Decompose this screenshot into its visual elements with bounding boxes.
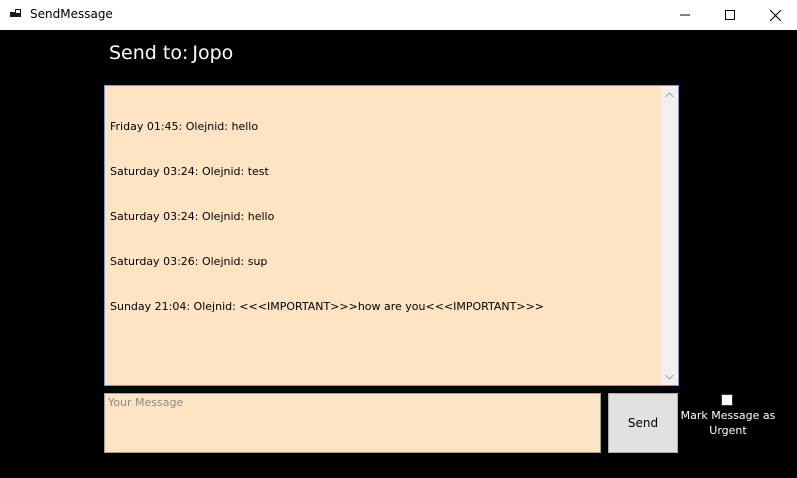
history-scrollbar[interactable] [661,86,678,385]
urgent-checkbox[interactable] [721,394,733,406]
history-line: Sunday 21:04: Olejnid: <<<IMPORTANT>>>ho… [110,300,545,313]
close-icon [769,9,781,21]
chevron-down-icon [665,374,674,380]
title-bar: SendMessage [0,0,797,30]
recipient-name: Jopo [192,42,234,64]
maximize-button[interactable] [707,0,753,30]
close-button[interactable] [752,0,797,30]
history-line: Saturday 03:24: Olejnid: test [110,165,269,178]
send-to-label: Send to: [109,42,189,64]
history-line: Friday 01:45: Olejnid: hello [110,120,259,133]
scroll-down-button[interactable] [661,368,678,385]
history-line: Saturday 03:24: Olejnid: hello [110,210,275,223]
maximize-icon [725,10,735,20]
send-message-window: SendMessage Send to: Jopo Friday 01:45: O… [0,0,797,478]
minimize-button[interactable] [662,0,708,30]
message-history-box[interactable]: Friday 01:45: Olejnid: hello Saturday 03… [104,85,679,386]
minimize-icon [680,14,690,16]
message-history-list: Friday 01:45: Olejnid: hello Saturday 03… [110,89,544,344]
scroll-up-button[interactable] [661,86,678,103]
send-button[interactable]: Send [608,393,678,453]
message-input[interactable] [104,393,601,453]
urgent-label[interactable]: Mark Message as Urgent [680,408,776,438]
history-line: Saturday 03:26: Olejnid: sup [110,255,268,268]
window-title: SendMessage [30,7,113,21]
app-icon [10,9,21,17]
recipient-heading: Send to: Jopo [109,42,233,64]
chevron-up-icon [665,91,674,97]
